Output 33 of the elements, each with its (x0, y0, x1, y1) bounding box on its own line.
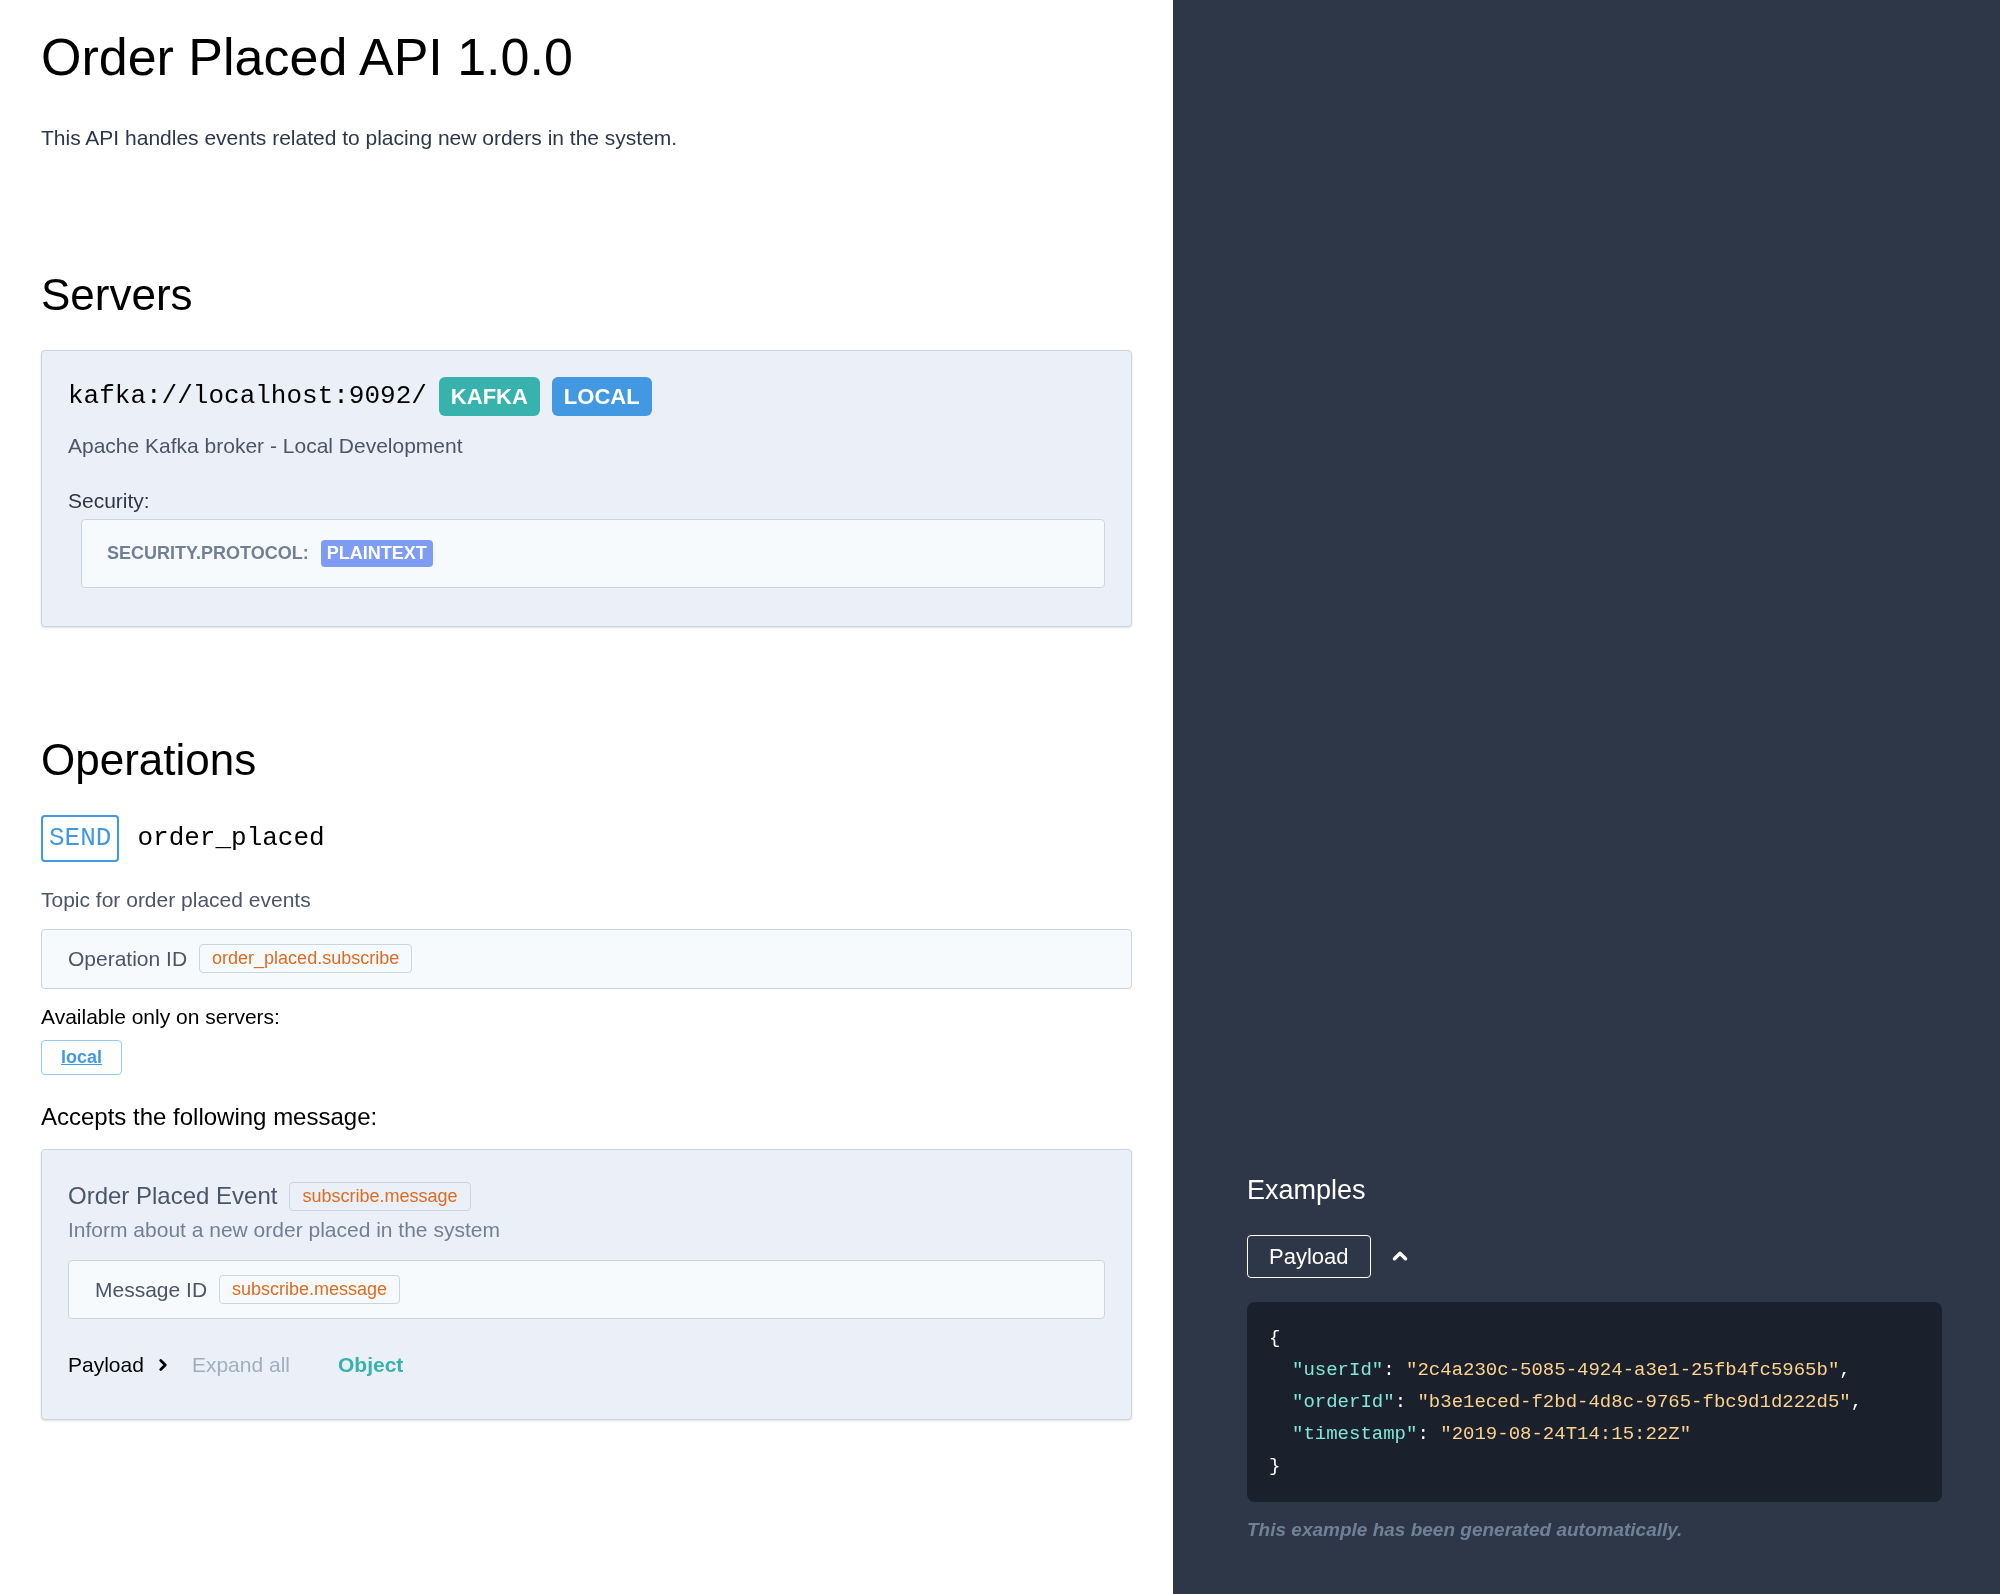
examples-heading: Examples (1247, 1174, 1367, 1207)
operation-action-badge: SEND (41, 814, 120, 862)
server-description: Apache Kafka broker - Local Development (68, 432, 464, 459)
servers-label: Available only on servers: (41, 1003, 281, 1030)
message-id-label: Message ID (95, 1276, 208, 1303)
example-note: This example has been generated automatically. (1247, 1517, 1684, 1542)
channel-name: order_placed (137, 821, 325, 855)
code-line: } (1269, 1453, 1281, 1479)
security-key: SECURITY.PROTOCOL: (107, 539, 309, 567)
message-label: Accepts the following message: (41, 1102, 379, 1132)
code-line: "orderId": "b3e1eced-f2bd-4d8c-9765-fbc9d1d222d5", (1291, 1389, 1863, 1415)
protocol-badge: LOCAL (551, 376, 652, 416)
operation-id-label: Operation ID (68, 946, 188, 972)
operation-id-tag: order_placed.subscribe (199, 944, 413, 974)
code-line: { (1269, 1325, 1281, 1351)
payload-tab[interactable]: Payload (1247, 1234, 1371, 1278)
section-heading: Servers (41, 268, 194, 321)
payload-type: Object (337, 1352, 404, 1378)
message-tag: subscribe.message (289, 1181, 471, 1211)
server-url: kafka://localhost:9092/ (68, 379, 427, 413)
payload-toggle[interactable]: Payload (68, 1349, 172, 1381)
security-value-badge: PLAINTEXT (320, 539, 433, 567)
message-id-tag: subscribe.message (219, 1274, 401, 1304)
api-description: This API handles events related to placing new orders in the system. (41, 125, 679, 151)
protocol-badge: KAFKA (438, 376, 540, 416)
message-title: Order Placed Event (68, 1181, 278, 1211)
section-heading: Operations (41, 733, 258, 786)
code-line: "timestamp": "2019-08-24T14:15:22Z" (1291, 1421, 1692, 1447)
operation-description: Topic for order placed events (41, 886, 312, 913)
security-label: Security: (68, 488, 151, 514)
message-summary: Inform about a new order placed in the system (68, 1217, 501, 1243)
page-title: Order Placed API 1.0.0 (41, 27, 574, 88)
code-line: "userId": "2c4a230c-5085-4924-a3e1-25fb4fc5965b", (1291, 1357, 1851, 1383)
